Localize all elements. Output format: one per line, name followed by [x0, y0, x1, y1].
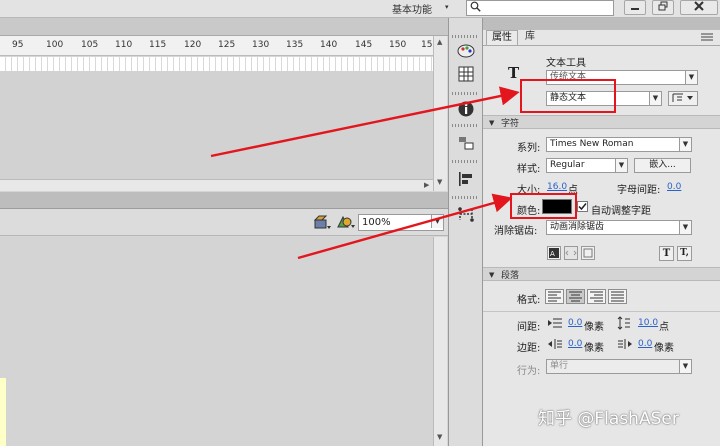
watermark: 知乎 @FlashASer — [538, 409, 679, 429]
annotation-arrows — [210, 86, 520, 260]
arrow-to-text-type — [210, 86, 520, 158]
arrow-to-color — [297, 193, 513, 260]
